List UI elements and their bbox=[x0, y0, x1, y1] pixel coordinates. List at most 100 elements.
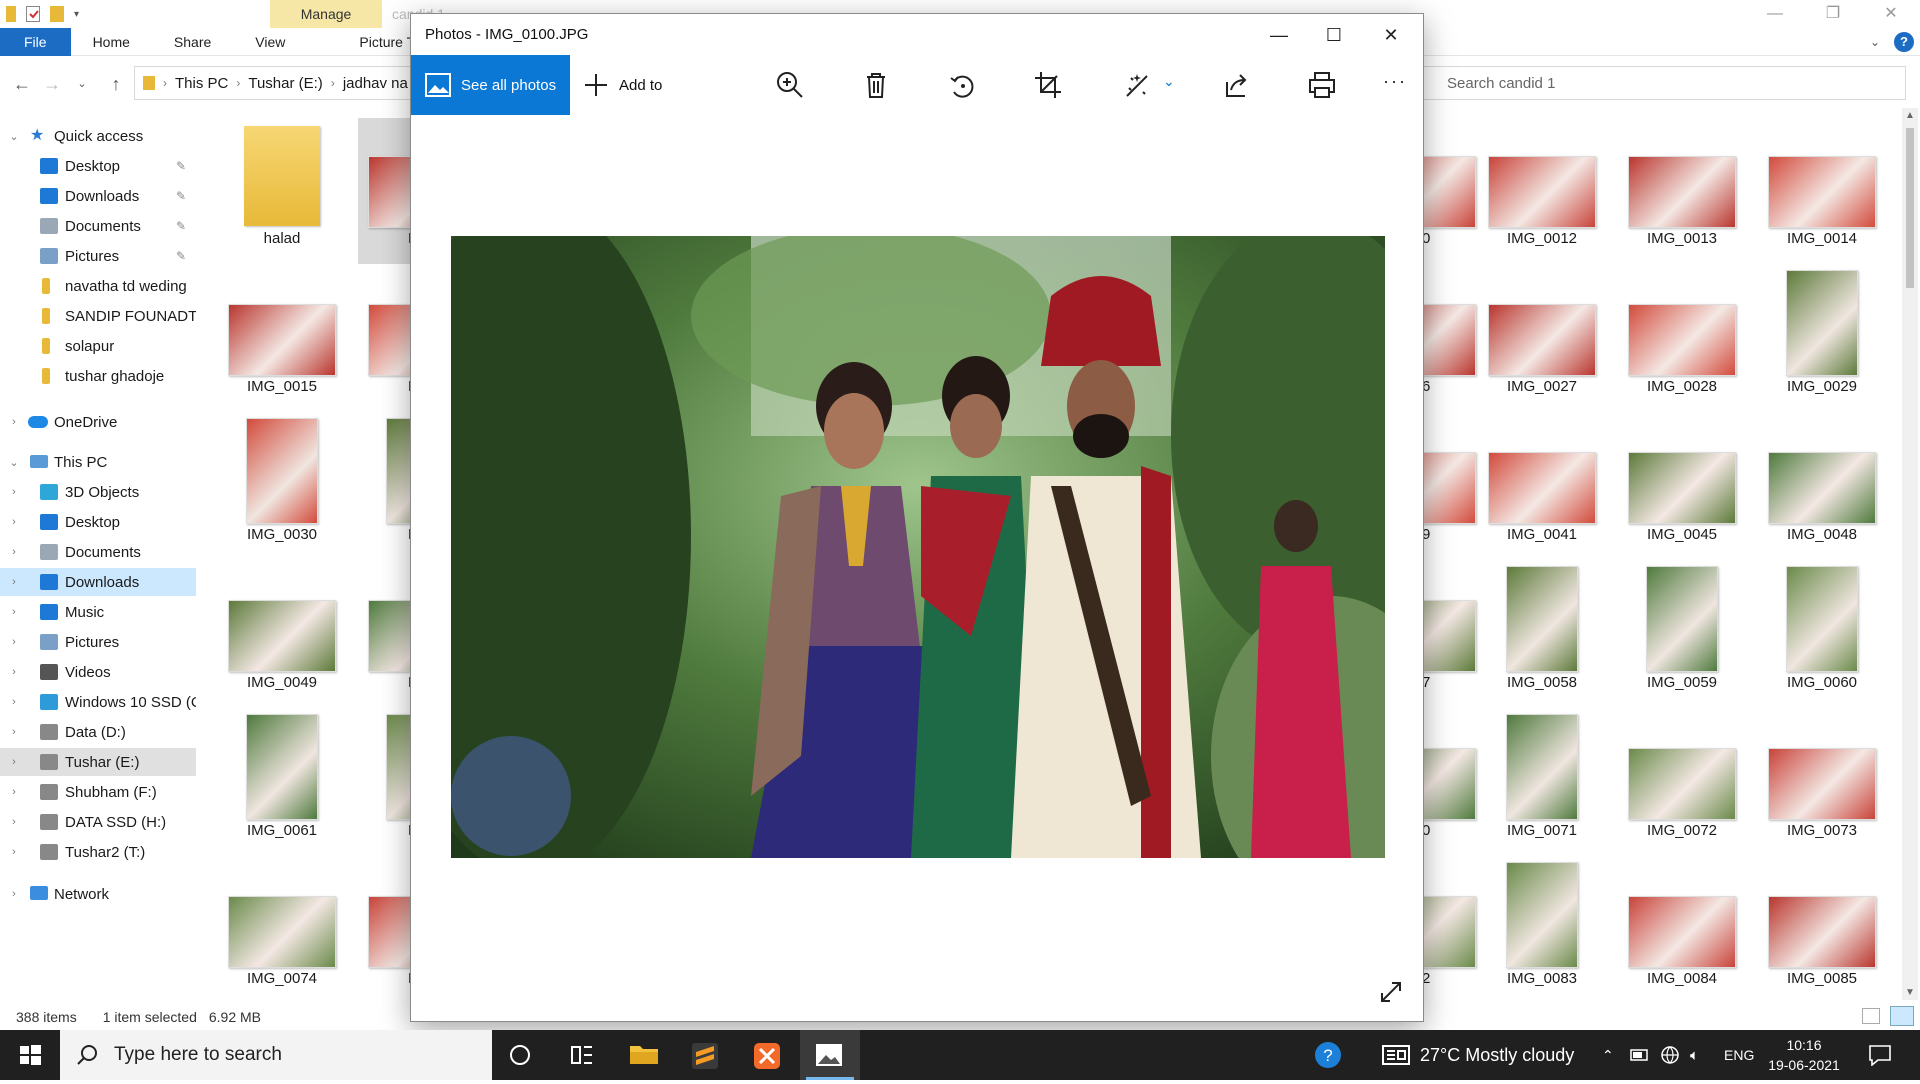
forward-icon[interactable]: → bbox=[40, 72, 64, 96]
sidebar-item[interactable]: › Tushar2 (T:) bbox=[0, 838, 196, 866]
file-item[interactable]: IMG_0027 bbox=[1478, 266, 1606, 412]
chevron-right-icon[interactable]: › bbox=[8, 516, 20, 528]
sidebar-item[interactable]: › Data (D:) bbox=[0, 718, 196, 746]
start-button[interactable] bbox=[0, 1030, 60, 1080]
chevron-right-icon[interactable]: › bbox=[8, 726, 20, 738]
close-button[interactable]: ✕ bbox=[1363, 14, 1419, 56]
print-icon[interactable] bbox=[1307, 70, 1337, 100]
sidebar-item[interactable]: Desktop ✎ bbox=[0, 152, 196, 180]
chevron-right-icon[interactable]: › bbox=[8, 666, 20, 678]
file-item[interactable]: IMG_0015 bbox=[218, 266, 346, 412]
volume-icon[interactable]: 🔈︎ bbox=[1690, 1030, 1699, 1080]
sidebar-item[interactable]: Downloads ✎ bbox=[0, 182, 196, 210]
file-item[interactable]: IMG_0085 bbox=[1758, 858, 1886, 1004]
search-input[interactable]: Search candid 1 bbox=[1418, 66, 1906, 100]
chevron-right-icon[interactable]: › bbox=[8, 576, 20, 588]
file-item[interactable]: IMG_0061 bbox=[218, 710, 346, 856]
share-icon[interactable] bbox=[1221, 70, 1251, 100]
file-item[interactable]: IMG_0013 bbox=[1618, 118, 1746, 264]
folder-item[interactable]: halad bbox=[218, 118, 346, 264]
large-icons-view-icon[interactable] bbox=[1890, 1006, 1914, 1026]
file-item[interactable]: IMG_0030 bbox=[218, 414, 346, 560]
sidebar-item[interactable]: › Downloads bbox=[0, 568, 196, 596]
chevron-down-icon[interactable]: ⌄ bbox=[1163, 73, 1175, 90]
scroll-down-icon[interactable]: ▼ bbox=[1905, 987, 1915, 998]
file-explorer-taskbar-icon[interactable] bbox=[614, 1030, 674, 1080]
breadcrumb-folder[interactable]: jadhav na bbox=[343, 75, 408, 92]
close-button[interactable]: ✕ bbox=[1862, 0, 1920, 28]
up-icon[interactable]: ↑ bbox=[104, 72, 128, 96]
nav-network[interactable]: › Network bbox=[0, 880, 196, 908]
more-icon[interactable]: ··· bbox=[1383, 71, 1407, 92]
file-item[interactable]: IMG_0059 bbox=[1618, 562, 1746, 708]
network-tray-icon[interactable] bbox=[1660, 1030, 1680, 1080]
sidebar-item[interactable]: › DATA SSD (H:) bbox=[0, 808, 196, 836]
file-item[interactable]: IMG_0014 bbox=[1758, 118, 1886, 264]
see-all-photos-button[interactable]: See all photos bbox=[411, 55, 570, 115]
sidebar-item[interactable]: › Windows 10 SSD (C bbox=[0, 688, 196, 716]
back-icon[interactable]: ← bbox=[10, 72, 34, 96]
file-item[interactable]: IMG_0041 bbox=[1478, 414, 1606, 560]
chevron-right-icon[interactable]: › bbox=[8, 846, 20, 858]
chevron-right-icon[interactable]: › bbox=[8, 816, 20, 828]
manage-context-tab[interactable]: Manage bbox=[270, 0, 382, 28]
weather-widget[interactable]: 27°C Mostly cloudy bbox=[1382, 1030, 1574, 1080]
file-item[interactable]: IMG_0084 bbox=[1618, 858, 1746, 1004]
new-folder-icon[interactable] bbox=[50, 6, 64, 22]
file-item[interactable]: IMG_0049 bbox=[218, 562, 346, 708]
tab-share[interactable]: Share bbox=[152, 28, 233, 56]
chevron-right-icon[interactable]: › bbox=[8, 486, 20, 498]
scrollbar-thumb[interactable] bbox=[1906, 128, 1914, 288]
task-view-icon[interactable] bbox=[552, 1030, 612, 1080]
photos-taskbar-icon[interactable] bbox=[800, 1030, 860, 1080]
chevron-right-icon[interactable]: › bbox=[8, 416, 20, 428]
chevron-right-icon[interactable]: › bbox=[8, 786, 20, 798]
chevron-right-icon[interactable]: › bbox=[8, 636, 20, 648]
minimize-button[interactable]: — bbox=[1746, 0, 1804, 28]
file-item[interactable]: IMG_0029 bbox=[1758, 266, 1886, 412]
sidebar-item[interactable]: › Tushar (E:) bbox=[0, 748, 196, 776]
file-item[interactable]: IMG_0048 bbox=[1758, 414, 1886, 560]
show-hidden-icons[interactable]: ⌃ bbox=[1602, 1030, 1614, 1080]
pin-icon[interactable]: ✎ bbox=[176, 189, 186, 203]
edit-icon[interactable] bbox=[1123, 70, 1153, 100]
folder-icon[interactable] bbox=[6, 6, 16, 22]
address-bar[interactable]: › This PC › Tushar (E:) › jadhav na bbox=[134, 66, 416, 100]
sidebar-item[interactable]: › Shubham (F:) bbox=[0, 778, 196, 806]
chevron-right-icon[interactable]: › bbox=[8, 546, 20, 558]
customize-qat-icon[interactable]: ▾ bbox=[74, 9, 79, 20]
scroll-up-icon[interactable]: ▲ bbox=[1905, 110, 1915, 121]
rotate-icon[interactable] bbox=[947, 70, 977, 100]
notifications-icon[interactable] bbox=[1868, 1030, 1892, 1080]
sidebar-item[interactable]: tushar ghadoje bbox=[0, 362, 196, 390]
sidebar-item[interactable]: Documents ✎ bbox=[0, 212, 196, 240]
expand-ribbon-icon[interactable]: ⌄ bbox=[1870, 35, 1880, 49]
sidebar-item[interactable]: Pictures ✎ bbox=[0, 242, 196, 270]
maximize-button[interactable]: ☐ bbox=[1306, 14, 1362, 56]
tab-file[interactable]: File bbox=[0, 27, 71, 56]
clock[interactable]: 10:16 19-06-2021 bbox=[1750, 1035, 1858, 1075]
nav-this-pc[interactable]: ⌄ This PC bbox=[0, 448, 196, 476]
chevron-right-icon[interactable]: › bbox=[8, 606, 20, 618]
sidebar-item[interactable]: › Pictures bbox=[0, 628, 196, 656]
breadcrumb-drive[interactable]: Tushar (E:) bbox=[248, 75, 322, 92]
fullscreen-icon[interactable] bbox=[1379, 980, 1403, 1004]
file-item[interactable]: IMG_0028 bbox=[1618, 266, 1746, 412]
sidebar-item[interactable]: › Desktop bbox=[0, 508, 196, 536]
sidebar-item[interactable]: SANDIP FOUNADTI( bbox=[0, 302, 196, 330]
file-item[interactable]: IMG_0072 bbox=[1618, 710, 1746, 856]
help-icon[interactable]: ? bbox=[1894, 32, 1914, 52]
battery-icon[interactable] bbox=[1630, 1030, 1650, 1080]
help-tray-icon[interactable]: ? bbox=[1312, 1030, 1344, 1080]
pin-icon[interactable]: ✎ bbox=[176, 249, 186, 263]
chevron-right-icon[interactable]: › bbox=[8, 696, 20, 708]
sidebar-item[interactable]: › 3D Objects bbox=[0, 478, 196, 506]
vertical-scrollbar[interactable]: ▲ ▼ bbox=[1902, 108, 1918, 1000]
file-item[interactable]: IMG_0083 bbox=[1478, 858, 1606, 1004]
properties-icon[interactable] bbox=[26, 6, 40, 22]
recent-locations-icon[interactable]: ⌄ bbox=[70, 72, 94, 96]
pin-icon[interactable]: ✎ bbox=[176, 159, 186, 173]
details-view-icon[interactable] bbox=[1862, 1008, 1880, 1024]
file-item[interactable]: IMG_0060 bbox=[1758, 562, 1886, 708]
nav-onedrive[interactable]: › OneDrive bbox=[0, 408, 196, 436]
